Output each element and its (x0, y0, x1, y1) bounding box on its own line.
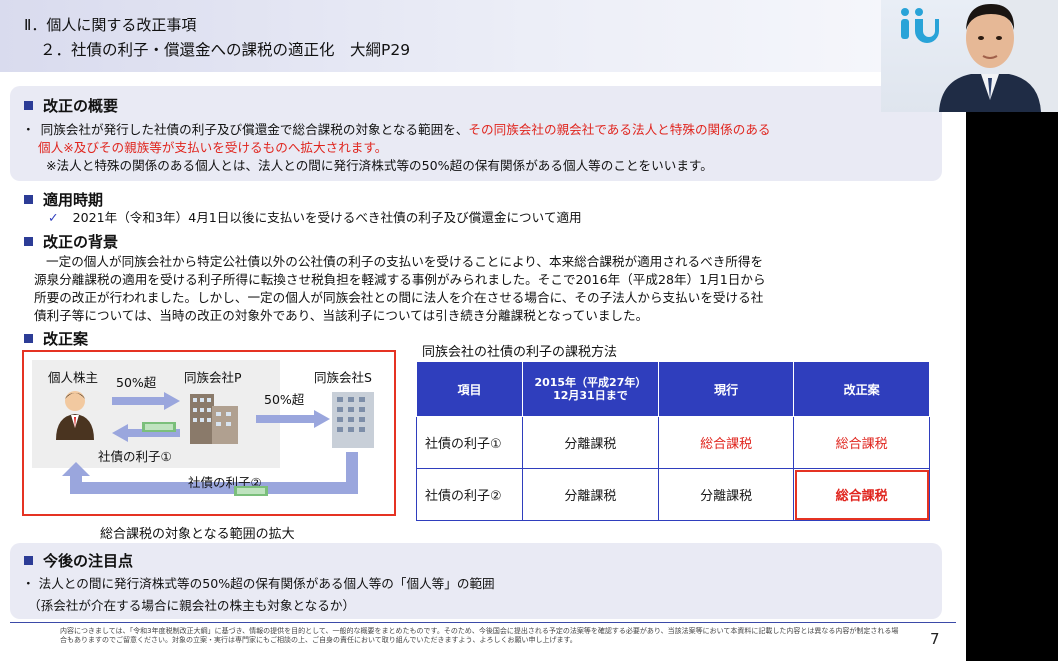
slide-title: ２．社債の利子・償還金への課税の適正化 大綱P29 (40, 41, 411, 59)
section-heading: Ⅱ．個人に関する改正事項 (24, 16, 197, 34)
table-cell: 分離課税 (522, 468, 659, 521)
pct-label-2: 50%超 (264, 392, 305, 407)
bullet-square-icon (24, 237, 33, 246)
header-current: 現行 (657, 361, 795, 417)
bullet-square-icon (24, 334, 33, 343)
bullet-square-icon (24, 195, 33, 204)
background-title: 改正の背景 (24, 231, 118, 252)
table-cell: 総合課税 (793, 416, 930, 469)
company-s-label: 同族会社S (314, 370, 372, 385)
page-number: 7 (930, 630, 940, 648)
arrow-right-icon (112, 392, 180, 410)
building-icon (332, 392, 374, 448)
row-label: 社債の利子① (415, 416, 524, 469)
footer-divider (10, 622, 956, 623)
header-item: 項目 (415, 361, 524, 417)
shareholder-label: 個人株主 (48, 370, 99, 385)
background-line-2: 源泉分離課税の適用を受ける利子所得に転換させ税負担を軽減する事例がみられました。… (34, 272, 766, 287)
overview-note: ※法人と特殊の関係のある個人とは、法人との間に発行済株式等の50%超の保有関係が… (46, 158, 713, 173)
row-label: 社債の利子② (415, 468, 524, 521)
header-2015: 2015年（平成27年） 12月31日まで (522, 361, 659, 417)
background-line-3: 所要の改正が行われました。しかし、一定の個人が同族会社との間に法人を介在させる場… (34, 290, 764, 305)
overview-title: 改正の概要 (24, 95, 118, 116)
table-row: 社債の利子① 分離課税 総合課税 総合課税 (415, 416, 930, 469)
overview-line-1: ・同族会社が発行した社債の利子及び償還金で総合課税の対象となる範囲を、その同族会… (22, 122, 771, 137)
overview-line-2: 個人※及びその親族等が支払いを受けるものへ拡大されます。 (38, 140, 388, 155)
timing-title: 適用時期 (24, 189, 103, 210)
background-line-1: 一定の個人が同族会社から特定公社債以外の公社債の利子の支払いを受けることにより、… (46, 254, 764, 269)
background-line-4: 債利子等については、当時の改正の対象外であり、当該利子については引き続き分離課税… (34, 308, 649, 323)
building-icon (190, 394, 238, 444)
comparison-table: 項目 2015年（平成27年） 12月31日まで 現行 改正案 社債の利子① 分… (415, 361, 930, 521)
focus-line-1: ・ 法人との間に発行済株式等の50%超の保有関係がある個人等の「個人等」の範囲 (22, 576, 495, 591)
diagram-caption: 総合課税の対象となる範囲の拡大 (100, 527, 295, 542)
money-icon (142, 422, 176, 432)
table-caption: 同族会社の社債の利子の課税方法 (422, 345, 618, 360)
arrow-right-icon (256, 410, 330, 428)
bullet-square-icon (24, 556, 33, 565)
slide: Ⅱ．個人に関する改正事項 ２．社債の利子・償還金への課税の適正化 大綱P29 改… (0, 0, 966, 661)
table-row: 社債の利子② 分離課税 分離課税 総合課税 (415, 468, 930, 521)
focus-title: 今後の注目点 (24, 550, 133, 571)
slide-header: Ⅱ．個人に関する改正事項 ２．社債の利子・償還金への課税の適正化 大綱P29 (0, 0, 966, 72)
table-cell: 分離課税 (522, 416, 659, 469)
table-header-row: 項目 2015年（平成27年） 12月31日まで 現行 改正案 (415, 361, 930, 417)
disclaimer: 内容につきましては、「令和3年度税制改正大綱」に基づき、情報の提供を目的として、… (60, 627, 899, 644)
table-cell: 総合課税 (657, 416, 795, 469)
bullet-square-icon (24, 101, 33, 110)
focus-line-2: （孫会社が介在する場合に親会社の株主も対象となるか） (28, 598, 356, 613)
money-icon (234, 486, 268, 496)
person-icon (56, 391, 94, 440)
proposal-title: 改正案 (24, 328, 88, 349)
structure-diagram: 個人株主 50%超 同族会社P 社債の利子① 50%超 同族会社S 社債の利子② (22, 350, 396, 516)
pct-label-1: 50%超 (116, 375, 157, 390)
header-proposal: 改正案 (793, 361, 930, 417)
table-cell: 分離課税 (657, 468, 795, 521)
table-cell-highlighted: 総合課税 (793, 468, 930, 521)
timing-text: ✓ 2021年（令和3年）4月1日以後に支払いを受けるべき社債の利子及び償還金につ… (48, 210, 582, 225)
presenter-figure (939, 0, 1058, 112)
company-p-label: 同族会社P (184, 370, 242, 385)
presenter-video (881, 0, 1058, 112)
check-icon: ✓ (48, 210, 59, 225)
